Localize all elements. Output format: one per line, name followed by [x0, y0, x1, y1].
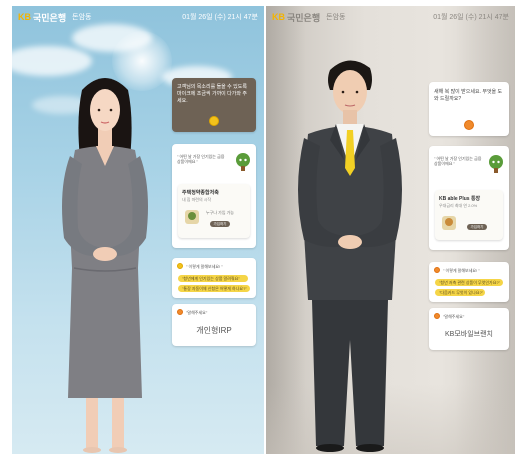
join-button[interactable]: 가입하기	[210, 221, 230, 227]
product-detail: 누구나 가입 가능	[206, 210, 234, 215]
suggest-card: " 이렇게 말해보세요! " "청년에게 인기있는 상품 알려줘요" "통장 자…	[172, 258, 256, 298]
bank-name: 국민은행	[287, 12, 321, 23]
kb-logo-icon: KB	[272, 12, 285, 22]
branch-name: 돈암동	[326, 14, 346, 21]
speech-result: KB모바일브랜치	[445, 331, 493, 338]
speak-card: "말해주세요" 개인형IRP	[172, 304, 256, 346]
datetime: 01월 26일 (수) 21시 47분	[433, 14, 509, 21]
hint-icon	[177, 263, 183, 269]
kiosk-screen-male: KB 국민은행 돈암동 01월 26일 (수) 21시 47분 새해 복 많이 …	[266, 6, 515, 454]
mic-icon	[434, 313, 440, 319]
product-title: KB able Plus 통장	[439, 196, 481, 202]
greeting-text: 고객님의 목소리를 들을 수 있도록 마이크에 조금씩 가까이 다가와 주세요.	[177, 84, 247, 104]
suggestion-pill[interactable]: "다음카드 무엇이 있나요?"	[435, 289, 485, 296]
top-bar: KB 국민은행 돈암동 01월 26일 (수) 21시 47분	[266, 6, 515, 28]
greeting-card: 새해 복 많이 받으세요. 무엇을 도와 드릴까요?	[429, 82, 509, 136]
datetime: 01월 26일 (수) 21시 47분	[182, 14, 258, 21]
mascot-tree-icon	[489, 155, 503, 173]
suggestion-pill[interactable]: "청년에게 인기있는 상품 알려줘요"	[178, 275, 248, 282]
bank-name: 국민은행	[33, 12, 67, 23]
recommend-card: " 어떤 날 가장 인기있는 금융 상품이에요 " 주택청약종합저축 내 집 마…	[172, 144, 256, 248]
product-character-icon	[442, 216, 456, 230]
kb-logo-icon: KB	[18, 12, 31, 22]
screenshot-frame: KB 국민은행 돈암동 01월 26일 (수) 21시 47분 고객님의 목소리…	[0, 0, 518, 456]
mascot-tree-icon	[236, 153, 250, 171]
ai-banker-female-avatar	[62, 78, 148, 453]
product-subtitle: 우대금리 최대 연 2.0%	[439, 203, 478, 208]
coin-icon	[464, 120, 474, 130]
suggest-prompt: " 이렇게 말해보세요! "	[186, 264, 223, 269]
suggest-prompt: " 이렇게 말해보세요! "	[443, 268, 480, 273]
recommend-prompt: " 어떤 날 가장 인기있는 금융 상품이에요 "	[434, 156, 482, 166]
cloud	[72, 24, 152, 52]
product-card[interactable]: KB able Plus 통장 우대금리 최대 연 2.0% 가입하기	[435, 190, 503, 240]
greeting-text: 새해 복 많이 받으세요. 무엇을 도와 드릴까요?	[434, 89, 503, 102]
product-character-icon	[185, 210, 199, 224]
speak-card: "말해주세요" KB모바일브랜치	[429, 308, 509, 350]
greeting-card: 고객님의 목소리를 들을 수 있도록 마이크에 조금씩 가까이 다가와 주세요.	[172, 78, 256, 132]
join-button[interactable]: 가입하기	[467, 224, 487, 230]
branch-name: 돈암동	[72, 14, 92, 21]
recommend-prompt: " 어떤 날 가장 인기있는 금융 상품이에요 "	[177, 154, 225, 164]
hint-icon	[434, 267, 440, 273]
speech-result: 개인형IRP	[196, 326, 232, 335]
product-subtitle: 내 집 마련의 시작	[182, 197, 212, 202]
product-card[interactable]: 주택청약종합저축 내 집 마련의 시작 누구나 가입 가능 가입하기	[178, 184, 250, 238]
suggestion-pill[interactable]: "청년 저축 관련 상품이 무엇인가요?"	[435, 279, 503, 286]
recommend-card: " 어떤 날 가장 인기있는 금융 상품이에요 " KB able Plus 통…	[429, 146, 509, 250]
ai-banker-male-avatar	[298, 60, 402, 452]
suggestion-pill[interactable]: "통장 자동이체 신청은 어떻게 하나요?"	[178, 285, 250, 292]
speak-prompt: "말해주세요"	[443, 314, 465, 319]
product-title: 주택청약종합저축	[182, 190, 219, 196]
speak-prompt: "말해주세요"	[186, 310, 208, 315]
mic-icon	[177, 309, 183, 315]
top-bar: KB 국민은행 돈암동 01월 26일 (수) 21시 47분	[12, 6, 264, 28]
suggest-card: " 이렇게 말해보세요! " "청년 저축 관련 상품이 무엇인가요?" "다음…	[429, 262, 509, 302]
kiosk-screen-female: KB 국민은행 돈암동 01월 26일 (수) 21시 47분 고객님의 목소리…	[12, 6, 264, 454]
coin-icon	[209, 116, 219, 126]
